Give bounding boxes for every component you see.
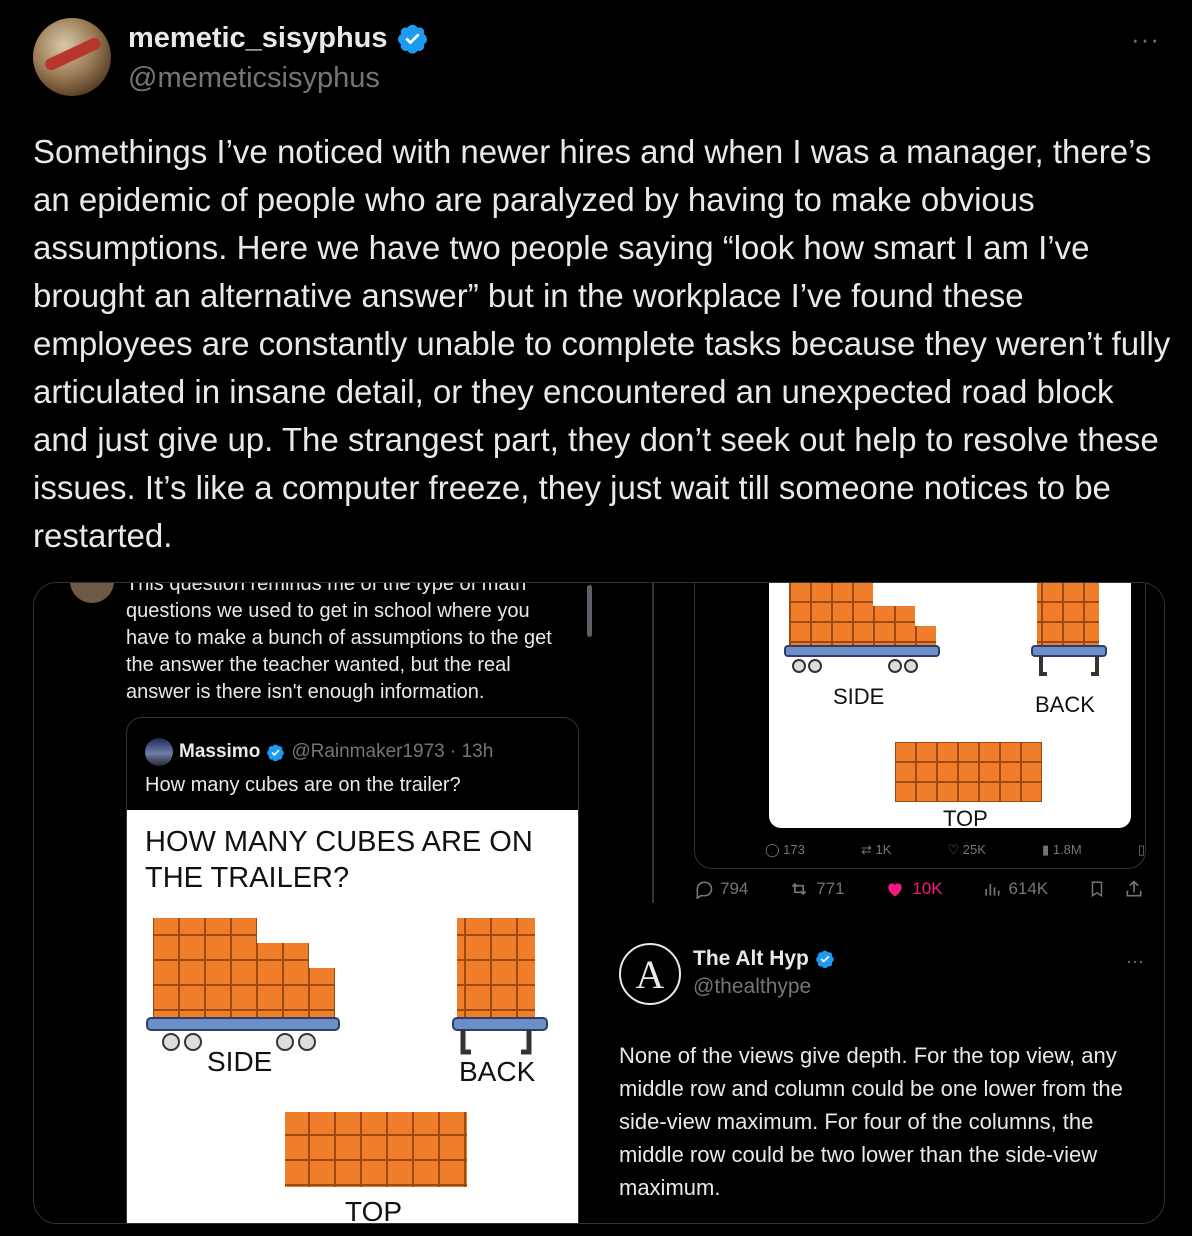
nested-views: ▮ 1.8M <box>1042 842 1082 857</box>
more-options-icon[interactable]: ··· <box>1126 951 1144 972</box>
alt-hyp-name[interactable]: The Alt Hyp <box>693 947 809 971</box>
quote-text: How many cubes are on the trailer? <box>145 774 461 796</box>
verified-badge-icon <box>397 24 427 54</box>
author-handle[interactable]: @memeticsisyphus <box>128 62 380 95</box>
nested-replies: ◯ 173 <box>765 842 805 857</box>
cubes-puzzle-image: HOW MANY CUBES ARE ON THE TRAILER? SIDE … <box>127 810 578 1223</box>
action-bar: 794 771 10K 614K <box>694 879 1144 899</box>
author-avatar[interactable] <box>33 18 111 96</box>
quoted-tweet: Massimo @Rainmaker1973 · 13h How many cu… <box>126 717 579 1223</box>
share-icon[interactable] <box>1124 879 1144 899</box>
nested-stats: ◯ 173 ⇄ 1K ♡ 25K ▮ 1.8M ▯ <box>765 842 1145 858</box>
quote-handle: @Rainmaker1973 · 13h <box>291 741 494 762</box>
author-name-row: memetic_sisyphus <box>128 22 429 55</box>
views-button[interactable]: 614K <box>982 879 1048 899</box>
nested-screenshot: SIDE BACK TOP ◯ 173 ⇄ 1K ♡ 25K ▮ 1.8M ▯ <box>694 583 1146 869</box>
verified-badge-icon <box>816 950 834 969</box>
scrollbar <box>587 585 592 637</box>
reply-icon <box>696 881 713 899</box>
alt-hyp-handle[interactable]: @thealthype <box>693 975 811 999</box>
reply-avatar <box>70 583 114 603</box>
bookmark-share-group <box>1088 879 1144 899</box>
nested-likes: ♡ 25K <box>947 842 986 857</box>
alt-hyp-name-row: The Alt Hyp <box>693 947 835 971</box>
tweet-text: Somethings I’ve noticed with newer hires… <box>33 133 1171 554</box>
reply-button[interactable]: 794 <box>694 879 748 899</box>
quote-author-name: Massimo <box>179 741 261 762</box>
alt-hyp-avatar[interactable]: A <box>619 943 681 1005</box>
repost-button[interactable]: 771 <box>788 879 845 899</box>
media-image-left[interactable]: This question reminds me of the type of … <box>34 583 597 1223</box>
author-name[interactable]: memetic_sisyphus <box>128 22 388 55</box>
top-label: TOP <box>345 1196 403 1223</box>
nested-top-label: TOP <box>943 806 988 828</box>
nested-side-label: SIDE <box>833 684 885 709</box>
nested-cubes-image: SIDE BACK TOP <box>769 583 1131 828</box>
like-button[interactable]: 10K <box>884 879 943 899</box>
cubes-drawing <box>146 918 548 1187</box>
more-options-icon[interactable]: ··· <box>1131 24 1160 55</box>
heart-filled-icon <box>888 883 903 897</box>
quote-header: Massimo @Rainmaker1973 · 13h <box>145 738 493 766</box>
back-label: BACK <box>459 1056 536 1087</box>
bookmark-icon[interactable] <box>1088 879 1106 899</box>
nested-reposts: ⇄ 1K <box>860 842 892 857</box>
quote-avatar <box>145 738 173 766</box>
reply-text: This question reminds me of the type of … <box>126 583 552 703</box>
alt-hyp-reply-text: None of the views give depth. For the to… <box>619 1043 1123 1200</box>
repost-icon <box>791 882 807 896</box>
media-image-right[interactable]: SIDE BACK TOP ◯ 173 ⇄ 1K ♡ 25K ▮ 1.8M ▯ … <box>601 583 1164 1223</box>
nested-bookmark-icon: ▯ <box>1137 842 1145 857</box>
tweet-media[interactable]: This question reminds me of the type of … <box>33 582 1165 1224</box>
verified-badge-icon <box>267 744 285 761</box>
nested-back-label: BACK <box>1035 692 1095 717</box>
thread-line <box>652 583 654 903</box>
alt-hyp-avatar-letter: A <box>635 951 665 997</box>
views-icon <box>985 884 1000 896</box>
side-label: SIDE <box>207 1046 273 1077</box>
